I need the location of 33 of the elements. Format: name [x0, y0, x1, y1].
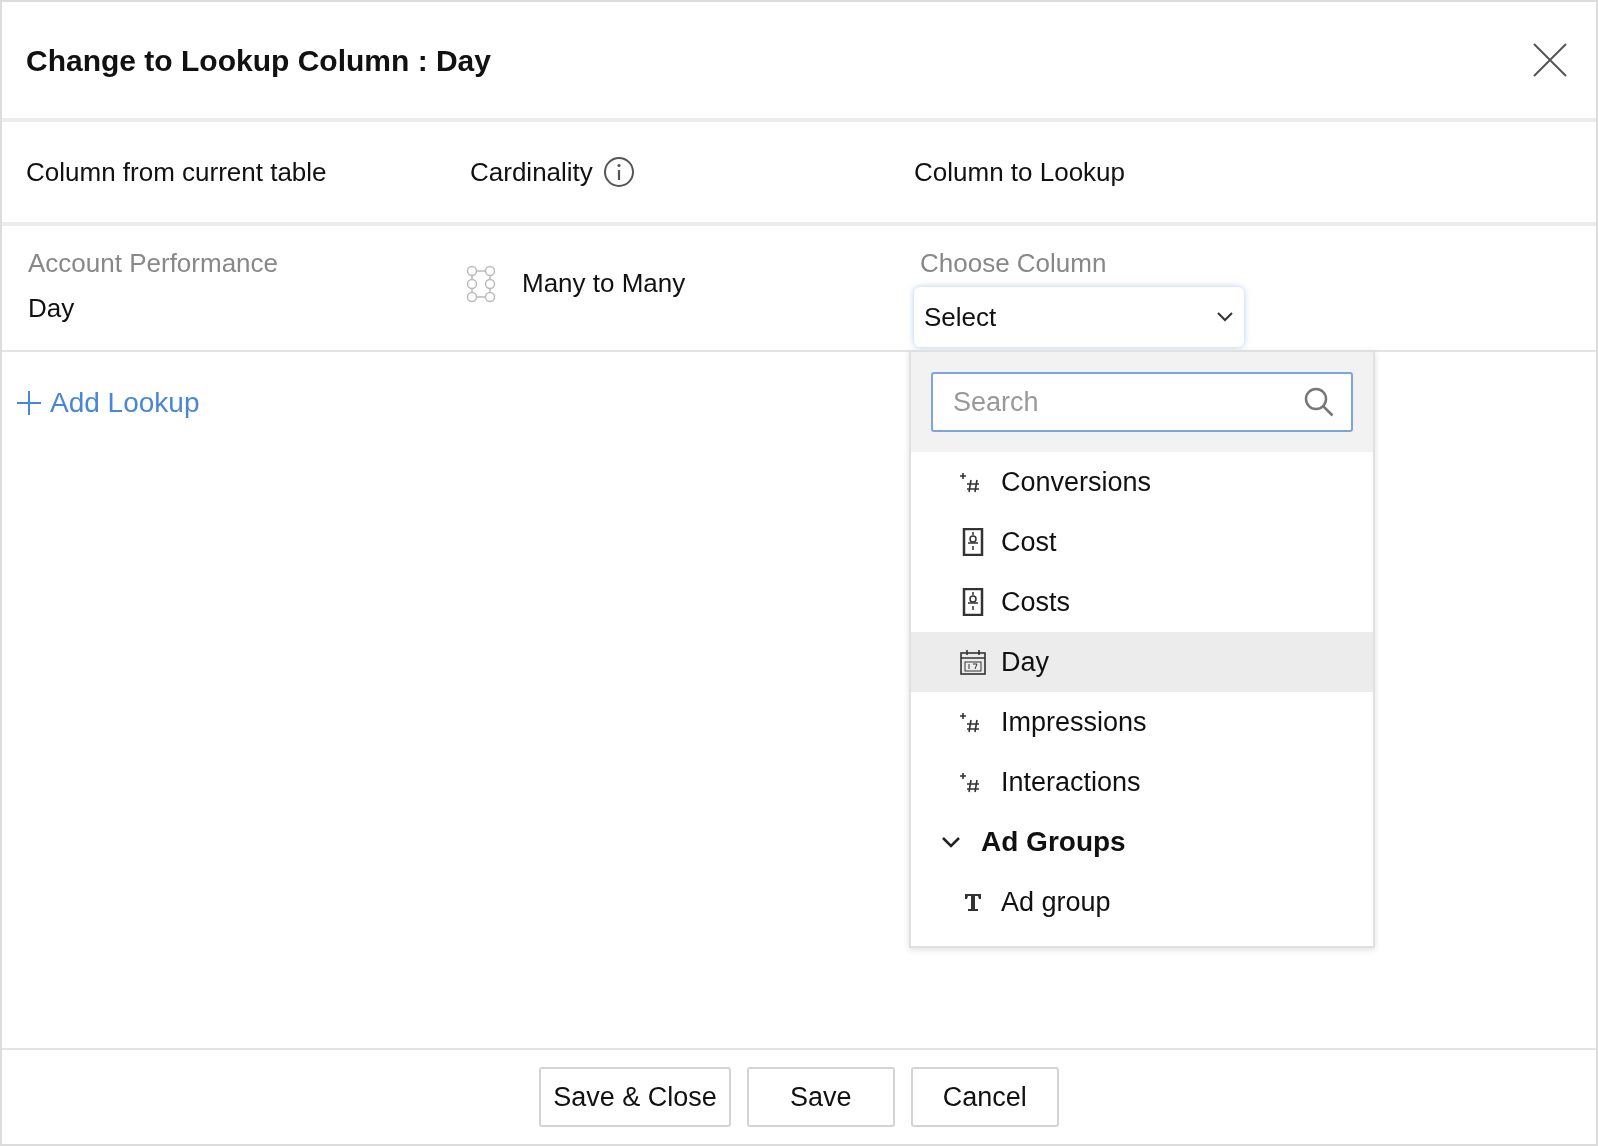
select-dropdown[interactable]: Select — [914, 287, 1244, 347]
dropdown-option[interactable]: Interactions — [911, 752, 1373, 812]
column-name: Day — [28, 292, 76, 325]
group-header[interactable]: Ad Groups — [911, 812, 1373, 872]
info-icon[interactable] — [602, 156, 635, 188]
dropdown-option[interactable]: Cost — [911, 512, 1373, 572]
field-label: Choose Column — [919, 247, 1108, 280]
footer-button[interactable]: Cancel — [910, 1067, 1059, 1127]
plus-icon — [16, 390, 42, 416]
chevron-icon — [941, 835, 961, 849]
column-header: Cardinality — [470, 155, 593, 189]
chevron-down-icon — [1216, 311, 1234, 323]
dropdown-option[interactable]: Impressions — [911, 692, 1373, 752]
cardinality-value: Many to Many — [522, 267, 686, 300]
footer-button[interactable]: Save — [746, 1067, 895, 1127]
search-field[interactable]: Search — [931, 372, 1353, 432]
dropdown-option[interactable]: Day — [911, 632, 1373, 692]
calendar-icon — [960, 649, 986, 675]
many-to-many-icon — [466, 264, 496, 303]
dialog-title: Change to Lookup Column : Day — [26, 42, 491, 79]
banknote-icon — [962, 588, 984, 616]
table-name: Account Performance — [28, 247, 279, 280]
column-header: Column to Lookup — [914, 155, 1126, 189]
add-lookup-link[interactable]: Add Lookup — [16, 382, 200, 424]
dropdown-option[interactable]: Costs — [911, 572, 1373, 632]
dropdown-option[interactable]: Ad group — [911, 872, 1373, 932]
column-header: Column from current table — [26, 155, 328, 189]
banknote-icon — [962, 528, 984, 556]
close-icon[interactable] — [1532, 42, 1568, 78]
text-type-icon — [963, 892, 983, 912]
dropdown-option[interactable]: Conversions — [911, 452, 1373, 512]
footer-button[interactable]: Save & Close — [539, 1067, 731, 1127]
search-icon — [1303, 386, 1335, 418]
